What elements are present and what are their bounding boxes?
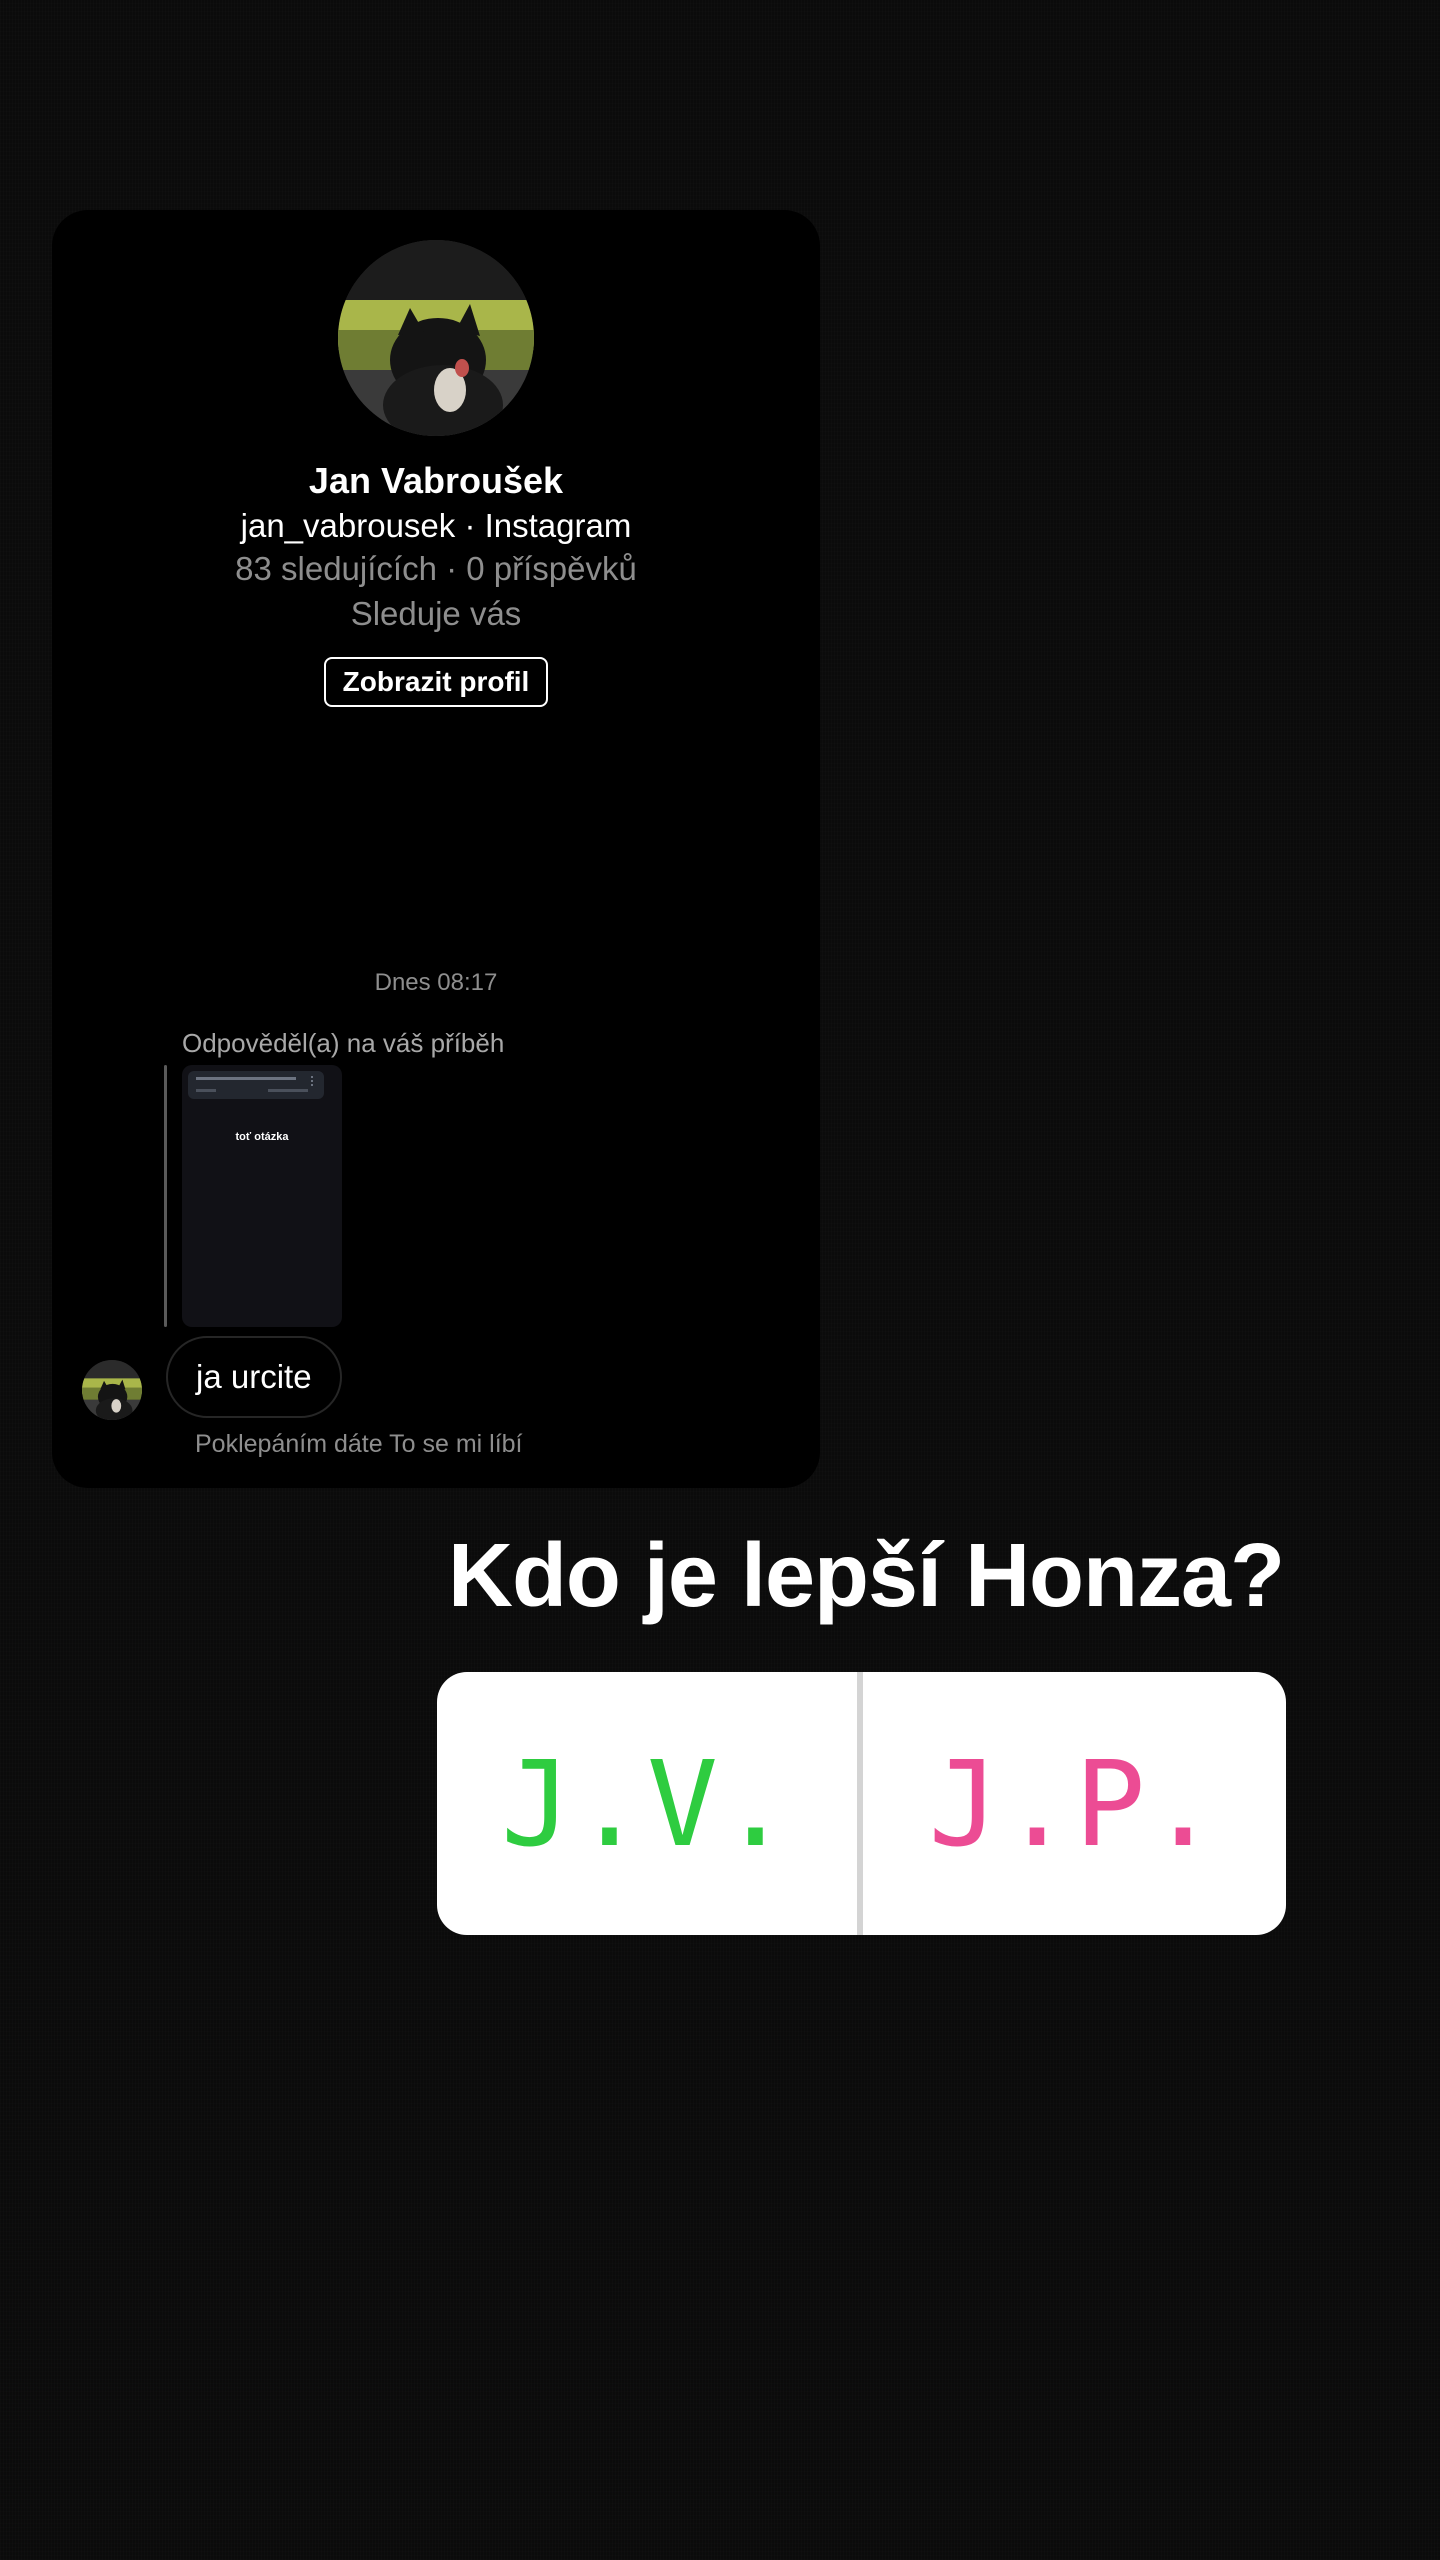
profile-handle: jan_vabrousek · Instagram — [240, 507, 632, 544]
poll-option-jv[interactable]: J.V. — [437, 1672, 857, 1935]
dog-avatar-icon — [82, 1360, 142, 1420]
poll-option-label: J.V. — [500, 1734, 794, 1873]
dm-screenshot-card: Jan Vabroušek jan_vabrousek · Instagram … — [52, 210, 820, 1488]
story-reply-label: Odpověděl(a) na váš příběh — [182, 1028, 505, 1058]
message-bubble[interactable]: ja urcite — [166, 1336, 342, 1418]
dog-avatar-icon — [338, 240, 534, 436]
more-icon — [311, 1076, 316, 1086]
profile-avatar[interactable] — [338, 240, 534, 436]
thumb-header — [188, 1071, 324, 1099]
poll-sticker[interactable]: J.V. J.P. — [437, 1672, 1286, 1935]
poll-option-label: J.P. — [928, 1734, 1221, 1873]
view-profile-button[interactable]: Zobrazit profil — [324, 657, 548, 707]
message-timestamp: Dnes 08:17 — [374, 969, 498, 996]
story-thumbnail[interactable]: toť otázka — [182, 1065, 342, 1327]
story-thumb-text: toť otázka — [235, 1131, 289, 1143]
double-tap-like-hint: Poklepáním dáte To se mi líbí — [195, 1430, 523, 1458]
profile-stats: 83 sledujících · 0 příspěvků — [235, 550, 637, 587]
profile-name: Jan Vabroušek — [308, 460, 564, 501]
poll-question: Kdo je lepší Honza? — [447, 1526, 1285, 1626]
follows-you-label: Sleduje vás — [350, 595, 522, 632]
sender-avatar[interactable] — [82, 1360, 142, 1420]
poll-option-jp[interactable]: J.P. — [863, 1672, 1286, 1935]
reply-quote-bar — [164, 1065, 167, 1327]
